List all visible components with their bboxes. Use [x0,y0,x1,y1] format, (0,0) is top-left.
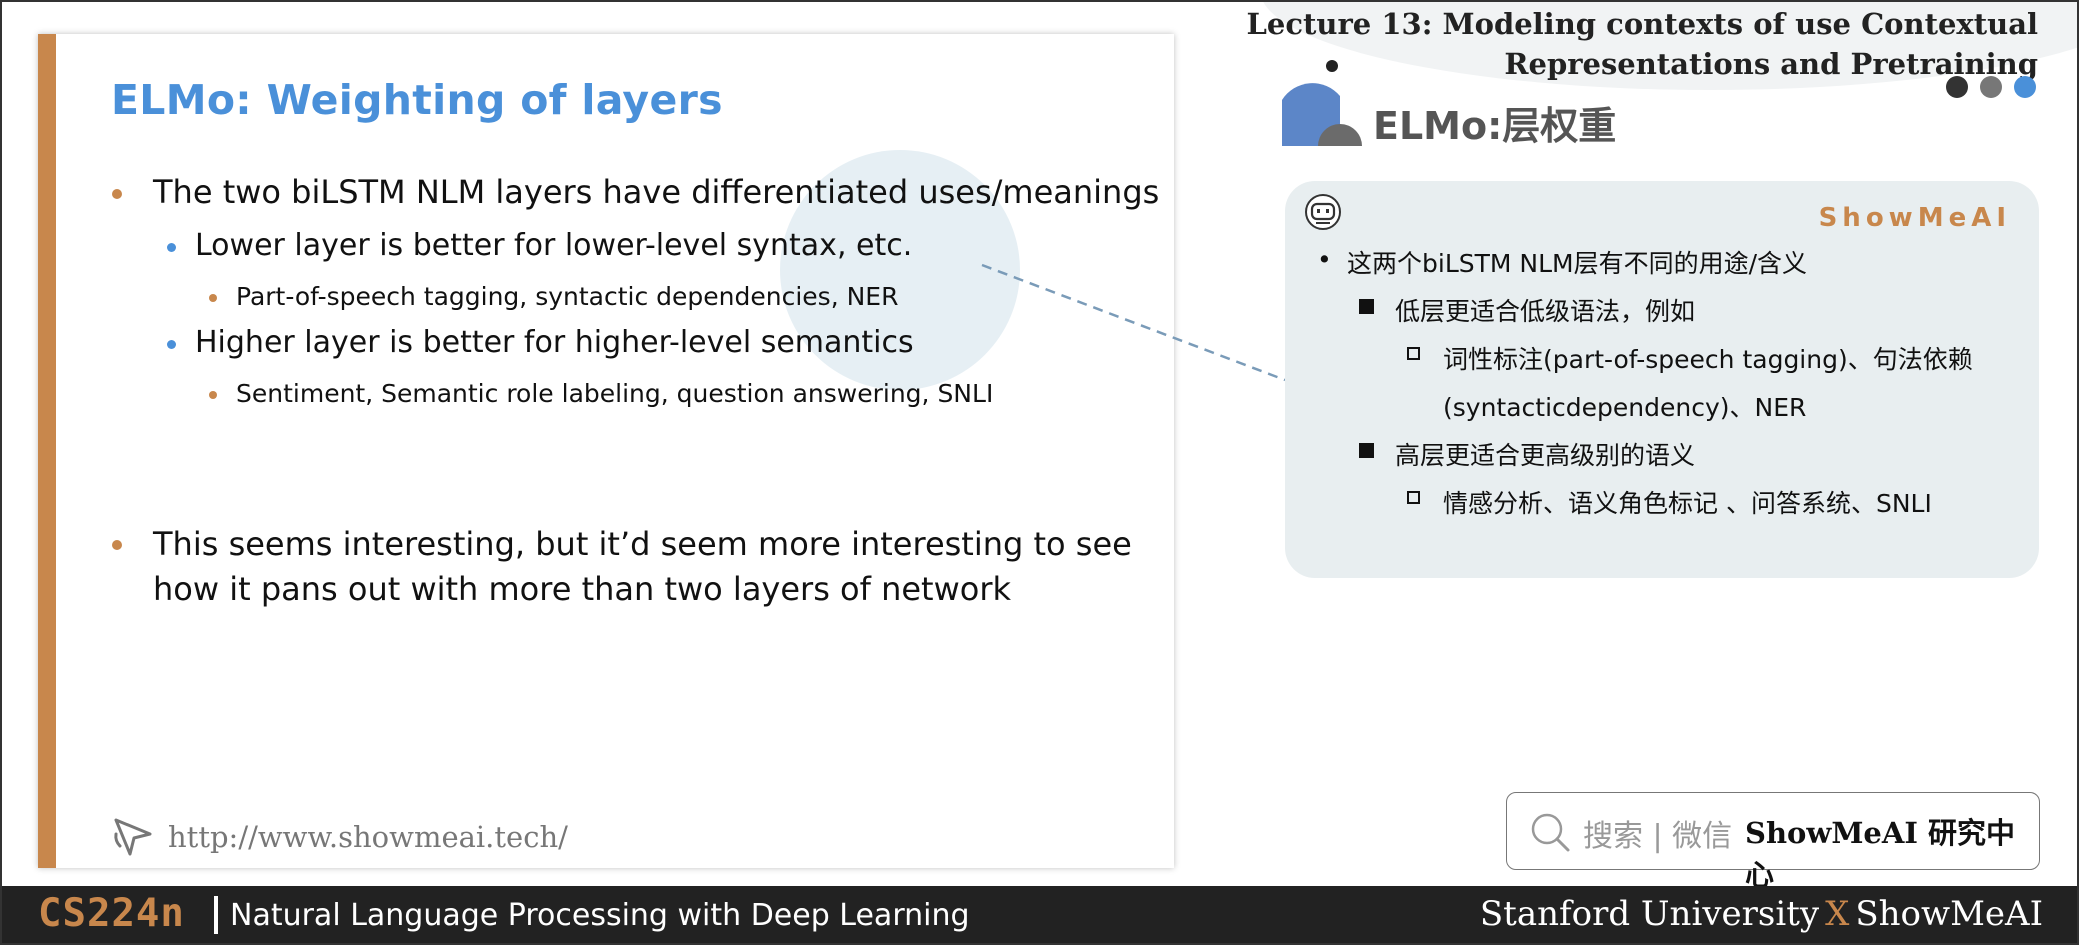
dot-dark [1946,76,1968,98]
note-text: (syntacticdependency)、NER [1443,393,1807,422]
footer-credit: Stanford University X ShowMeAI [1480,894,2043,934]
note-item-pos-tagging-cont: (syntacticdependency)、NER [1443,388,1806,424]
bullet-dot [167,243,176,252]
bullet-dot [112,540,122,550]
note-item-lower-layer: 低层更适合低级语法，例如 [1359,292,1696,328]
section-decor-icon [1282,60,1362,146]
bullet-lower-layer: Lower layer is better for lower-level sy… [167,228,913,263]
bullet-dot [112,189,122,199]
bullet-sentiment: Sentiment, Semantic role labeling, quest… [209,379,994,408]
bullet-text: Part-of-speech tagging, syntactic depend… [236,282,899,311]
hollow-square-bullet-icon [1407,347,1420,360]
slide-title: ELMo: Weighting of layers [111,76,723,124]
bullet-text: Sentiment, Semantic role labeling, quest… [236,379,994,408]
hollow-square-bullet-icon [1407,491,1420,504]
note-item-sentiment: 情感分析、语义角色标记 、问答系统、SNLI [1407,484,1932,520]
bullet-dot [167,340,176,349]
notes-card: ShowMeAI • 这两个biLSTM NLM层有不同的用途/含义 低层更适合… [1285,181,2039,578]
note-item-higher-layer: 高层更适合更高级别的语义 [1359,436,1696,472]
search-hint: 搜索 | 微信 [1583,819,1733,854]
note-item-two-layers: • 这两个biLSTM NLM层有不同的用途/含义 [1317,244,1808,280]
note-text: 词性标注(part-of-speech tagging)、句法依赖 [1443,345,1973,374]
search-icon [1531,813,1570,852]
bullet-two-layers: The two biLSTM NLM layers have different… [112,173,1160,211]
robot-icon [1305,194,1341,230]
footer-divider [214,896,218,934]
slide-accent-bar [38,34,56,868]
bullet-text: The two biLSTM NLM layers have different… [153,173,1160,211]
website-url[interactable]: http://www.showmeai.tech/ [168,820,568,854]
bullet-interesting: This seems interesting, but it’d seem mo… [112,522,1132,612]
note-text: 低层更适合低级语法，例如 [1395,297,1696,326]
brand-tag: ShowMeAI [1818,203,2011,233]
bullet-pos-tagging: Part-of-speech tagging, syntactic depend… [209,282,899,311]
footer-bar: CS224n Natural Language Processing with … [0,886,2079,945]
bullet-text-line2: how it pans out with more than two layer… [153,570,1012,608]
search-brand: ShowMeAI 研究中心 [1745,816,2016,892]
note-text: 高层更适合更高级别的语义 [1395,441,1696,470]
note-item-pos-tagging: 词性标注(part-of-speech tagging)、句法依赖 [1407,340,1973,376]
square-bullet-icon [1359,443,1374,458]
square-bullet-icon [1359,299,1374,314]
bullet-text-line1: This seems interesting, but it’d seem mo… [153,525,1132,563]
search-box[interactable]: 搜索 | 微信 ShowMeAI 研究中心 [1506,792,2040,892]
bullet-higher-layer: Higher layer is better for higher-level … [167,325,914,360]
lecture-slide: ELMo: Weighting of layers The two biLSTM… [38,34,1174,868]
bullet-text: Higher layer is better for higher-level … [195,325,914,360]
dot-blue [2014,76,2036,98]
lecture-title-line1: Lecture 13: Modeling contexts of use Con… [1246,7,2038,41]
bullet-dot [209,294,217,302]
dot-grey [1980,76,2002,98]
website-link[interactable]: http://www.showmeai.tech/ [110,814,568,860]
section-title-zh: ELMo:层权重 [1373,104,1617,148]
course-name: Natural Language Processing with Deep Le… [230,898,970,933]
decor-dots [1946,76,2036,98]
bullet-dot [209,391,217,399]
credit-showmeai: ShowMeAI [1855,894,2043,934]
note-bullet: • [1317,245,1332,274]
note-text: 情感分析、语义角色标记 、问答系统、SNLI [1443,489,1932,518]
course-code: CS224n [38,891,185,936]
credit-stanford: Stanford University [1479,894,1820,934]
credit-x: X [1825,894,1850,934]
cursor-icon [114,818,152,856]
bullet-text: Lower layer is better for lower-level sy… [195,228,913,263]
note-text: 这两个biLSTM NLM层有不同的用途/含义 [1347,249,1808,278]
